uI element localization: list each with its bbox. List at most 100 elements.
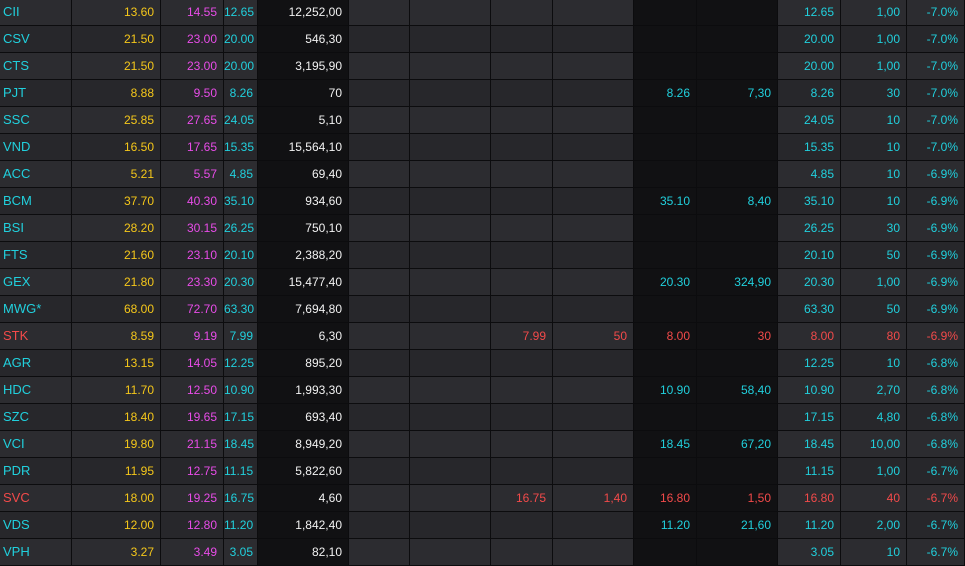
- table-row[interactable]: SVC 18.00 19.25 16.75 4,60 16.75 1,40 16.80 1,50…: [0, 485, 965, 512]
- matched-price: 20.10: [778, 242, 841, 268]
- reference-price: 21.50: [72, 53, 161, 79]
- empty-cell: [410, 26, 491, 52]
- table-row[interactable]: STK 8.59 9.19 7.99 6,30 7.99 50 8.00 30 8.00 80 -6.…: [0, 323, 965, 350]
- table-row[interactable]: ACC 5.21 5.57 4.85 69,40 4.85 10 -6.9%: [0, 161, 965, 188]
- symbol-cell[interactable]: AGR: [0, 350, 72, 376]
- reference-price: 13.15: [72, 350, 161, 376]
- change-percent: -7.0%: [907, 107, 965, 133]
- symbol-cell[interactable]: ACC: [0, 161, 72, 187]
- ask-price-1: [634, 350, 697, 376]
- symbol-cell[interactable]: VPH: [0, 539, 72, 565]
- symbol-cell[interactable]: MWG*: [0, 296, 72, 322]
- ask-volume-1: 1,50: [697, 485, 778, 511]
- empty-cell: [349, 80, 410, 106]
- table-row[interactable]: VDS 12.00 12.80 11.20 1,842,40 11.20 21,60 11.2…: [0, 512, 965, 539]
- symbol-cell[interactable]: GEX: [0, 269, 72, 295]
- floor-price: 15.35: [224, 134, 258, 160]
- table-row[interactable]: GEX 21.80 23.30 20.30 15,477,40 20.30 324,90 20…: [0, 269, 965, 296]
- table-row[interactable]: CSV 21.50 23.00 20.00 546,30 20.00 1,00 -7.0%: [0, 26, 965, 53]
- bid-price-1: [491, 0, 553, 25]
- change-percent: -6.9%: [907, 242, 965, 268]
- table-row[interactable]: BCM 37.70 40.30 35.10 934,60 35.10 8,40 35.10 10…: [0, 188, 965, 215]
- symbol-cell[interactable]: VDS: [0, 512, 72, 538]
- matched-volume: 10: [841, 188, 907, 214]
- table-row[interactable]: PJT 8.88 9.50 8.26 70 8.26 7,30 8.26 30 -7.0%: [0, 80, 965, 107]
- empty-cell: [349, 161, 410, 187]
- ceiling-price: 21.15: [161, 431, 224, 457]
- reference-price: 8.59: [72, 323, 161, 349]
- ask-price-1: 16.80: [634, 485, 697, 511]
- ask-volume-1: [697, 404, 778, 430]
- matched-price: 8.00: [778, 323, 841, 349]
- ask-price-1: 8.26: [634, 80, 697, 106]
- ceiling-price: 17.65: [161, 134, 224, 160]
- matched-price: 16.80: [778, 485, 841, 511]
- matched-volume: 2,70: [841, 377, 907, 403]
- table-row[interactable]: HDC 11.70 12.50 10.90 1,993,30 10.90 58,40 10.9…: [0, 377, 965, 404]
- ask-volume-1: [697, 53, 778, 79]
- symbol-cell[interactable]: STK: [0, 323, 72, 349]
- symbol-cell[interactable]: BSI: [0, 215, 72, 241]
- table-row[interactable]: MWG* 68.00 72.70 63.30 7,694,80 63.30 50 -6.9%: [0, 296, 965, 323]
- ask-volume-1: 7,30: [697, 80, 778, 106]
- matched-volume: 10,00: [841, 431, 907, 457]
- bid-volume-1: [553, 539, 634, 565]
- table-row[interactable]: FTS 21.60 23.10 20.10 2,388,20 20.10 50 -6.9%: [0, 242, 965, 269]
- empty-cell: [349, 485, 410, 511]
- empty-cell: [349, 107, 410, 133]
- matched-volume: 10: [841, 107, 907, 133]
- matched-price: 11.20: [778, 512, 841, 538]
- floor-price: 3.05: [224, 539, 258, 565]
- symbol-cell[interactable]: FTS: [0, 242, 72, 268]
- total-volume: 15,564,10: [258, 134, 349, 160]
- matched-price: 12.65: [778, 0, 841, 25]
- change-percent: -7.0%: [907, 80, 965, 106]
- ceiling-price: 40.30: [161, 188, 224, 214]
- floor-price: 26.25: [224, 215, 258, 241]
- table-row[interactable]: CTS 21.50 23.00 20.00 3,195,90 20.00 1,00 -7.0%: [0, 53, 965, 80]
- change-percent: -6.9%: [907, 269, 965, 295]
- symbol-cell[interactable]: SZC: [0, 404, 72, 430]
- empty-cell: [349, 377, 410, 403]
- bid-volume-1: [553, 188, 634, 214]
- ask-price-1: 20.30: [634, 269, 697, 295]
- symbol-cell[interactable]: CII: [0, 0, 72, 25]
- empty-cell: [349, 188, 410, 214]
- table-row[interactable]: BSI 28.20 30.15 26.25 750,10 26.25 30 -6.9%: [0, 215, 965, 242]
- bid-price-1: [491, 26, 553, 52]
- table-row[interactable]: CII 13.60 14.55 12.65 12,252,00 12.65 1,00 -7.0…: [0, 0, 965, 26]
- symbol-cell[interactable]: HDC: [0, 377, 72, 403]
- table-row[interactable]: AGR 13.15 14.05 12.25 895,20 12.25 10 -6.8%: [0, 350, 965, 377]
- symbol-cell[interactable]: CTS: [0, 53, 72, 79]
- symbol-cell[interactable]: VCI: [0, 431, 72, 457]
- ask-price-1: [634, 107, 697, 133]
- table-row[interactable]: SZC 18.40 19.65 17.15 693,40 17.15 4,80 -6.8%: [0, 404, 965, 431]
- ask-volume-1: [697, 107, 778, 133]
- table-row[interactable]: SSC 25.85 27.65 24.05 5,10 24.05 10 -7.0%: [0, 107, 965, 134]
- empty-cell: [410, 80, 491, 106]
- empty-cell: [349, 53, 410, 79]
- ask-volume-1: [697, 242, 778, 268]
- symbol-cell[interactable]: PJT: [0, 80, 72, 106]
- table-row[interactable]: VND 16.50 17.65 15.35 15,564,10 15.35 10 -7.0%: [0, 134, 965, 161]
- symbol-cell[interactable]: PDR: [0, 458, 72, 484]
- bid-price-1: [491, 539, 553, 565]
- total-volume: 82,10: [258, 539, 349, 565]
- symbol-cell[interactable]: VND: [0, 134, 72, 160]
- table-row[interactable]: VPH 3.27 3.49 3.05 82,10 3.05 10 -6.7%: [0, 539, 965, 566]
- floor-price: 12.65: [224, 0, 258, 25]
- floor-price: 20.10: [224, 242, 258, 268]
- table-row[interactable]: VCI 19.80 21.15 18.45 8,949,20 18.45 67,20 18.4…: [0, 431, 965, 458]
- symbol-cell[interactable]: BCM: [0, 188, 72, 214]
- symbol-cell[interactable]: SVC: [0, 485, 72, 511]
- matched-volume: 1,00: [841, 0, 907, 25]
- symbol-cell[interactable]: SSC: [0, 107, 72, 133]
- ask-volume-1: [697, 539, 778, 565]
- table-row[interactable]: PDR 11.95 12.75 11.15 5,822,60 11.15 1,00 -6.7%: [0, 458, 965, 485]
- matched-price: 20.30: [778, 269, 841, 295]
- symbol-cell[interactable]: CSV: [0, 26, 72, 52]
- total-volume: 12,252,00: [258, 0, 349, 25]
- ceiling-price: 9.19: [161, 323, 224, 349]
- floor-price: 12.25: [224, 350, 258, 376]
- bid-price-1: [491, 80, 553, 106]
